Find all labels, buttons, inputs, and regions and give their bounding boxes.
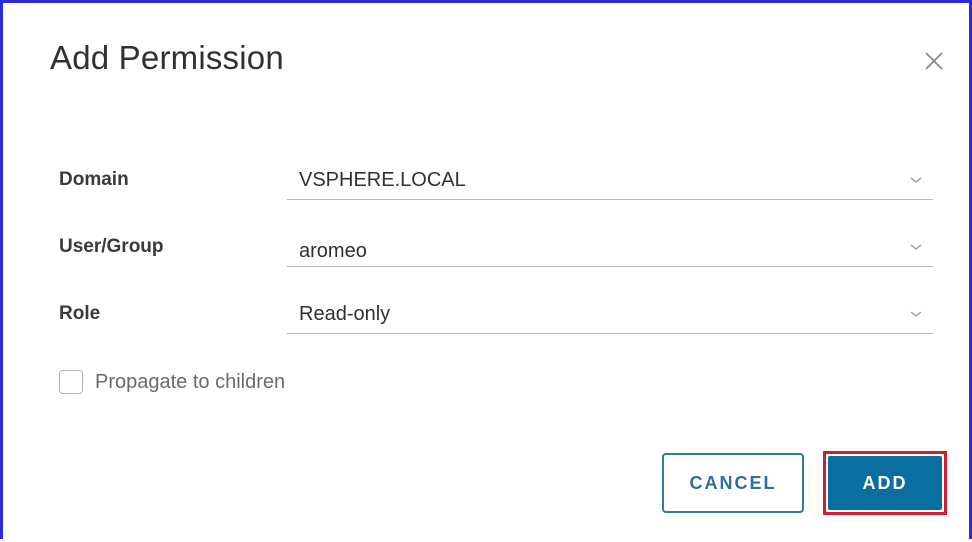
role-label: Role [59,303,101,324]
propagate-checkbox-row[interactable]: Propagate to children [59,367,285,397]
close-icon[interactable] [923,50,945,72]
user-group-value: aromeo [299,240,367,262]
role-value: Read-only [299,303,391,325]
role-select[interactable]: Read-only [287,299,933,334]
window-frame: Add Permission Domain VSPHERE.LOCAL User… [0,0,972,542]
user-group-label: User/Group [59,236,164,257]
user-group-select[interactable]: aromeo [287,232,933,267]
add-permission-dialog: Add Permission Domain VSPHERE.LOCAL User… [13,6,969,542]
chevron-down-icon [909,307,923,321]
add-button[interactable]: ADD [828,456,942,510]
cancel-button[interactable]: CANCEL [662,453,804,513]
domain-select[interactable]: VSPHERE.LOCAL [287,165,933,200]
chevron-down-icon [909,240,923,254]
propagate-checkbox[interactable] [59,370,83,394]
propagate-label: Propagate to children [95,370,286,393]
chevron-down-icon [909,173,923,187]
domain-value: VSPHERE.LOCAL [299,169,466,191]
domain-label: Domain [59,169,129,190]
dialog-title: Add Permission [50,39,284,76]
